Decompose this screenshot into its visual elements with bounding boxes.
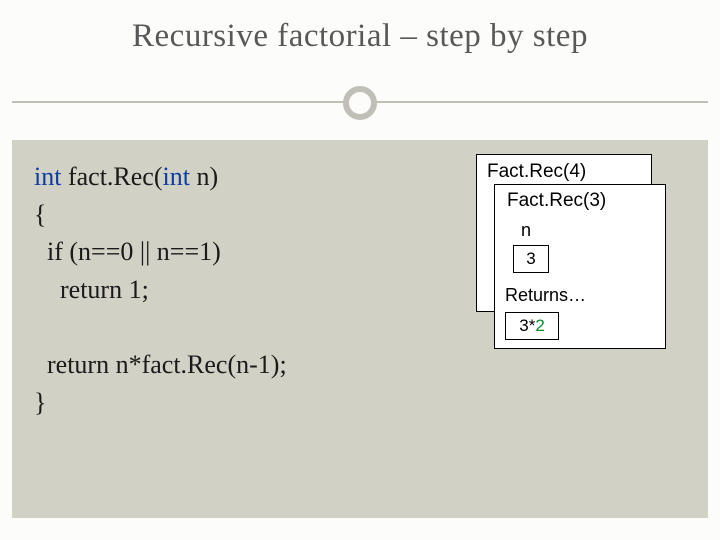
slide-title: Recursive factorial – step by step — [0, 18, 720, 55]
stack-frame-front: Fact.Rec(3) n 3 Returns… 3*2 — [494, 184, 666, 349]
variable-value-box: 3 — [513, 245, 549, 273]
code-block: int fact.Rec(int n) { if (n==0 || n==1) … — [34, 158, 287, 422]
code-line-return-rec: return n*fact.Rec(n-1); — [34, 346, 287, 384]
stack-frame-back-header: Fact.Rec(4) — [477, 155, 651, 187]
divider — [12, 82, 708, 122]
expr-rhs: 2 — [535, 316, 544, 336]
code-line-if: if (n==0 || n==1) — [34, 233, 287, 271]
slide: Recursive factorial – step by step int f… — [0, 0, 720, 540]
code-line-blank — [34, 309, 287, 347]
keyword-int: int — [163, 162, 190, 191]
keyword-int: int — [34, 162, 61, 191]
returns-label: Returns… — [495, 279, 665, 310]
code-line-brace-close: } — [34, 384, 287, 422]
variable-label-n: n — [495, 218, 665, 243]
expr-star: * — [529, 316, 536, 336]
stack-frame-front-header: Fact.Rec(3) — [495, 185, 665, 218]
code-line-return-1: return 1; — [34, 271, 287, 309]
code-text: n) — [190, 162, 218, 191]
code-line-brace-open: { — [34, 196, 287, 234]
divider-circle-icon — [343, 86, 377, 120]
return-expression-box: 3*2 — [505, 312, 559, 340]
variable-value: 3 — [526, 249, 535, 269]
expr-lhs: 3 — [519, 316, 528, 336]
code-text: fact.Rec( — [61, 162, 162, 191]
code-line-signature: int fact.Rec(int n) — [34, 158, 287, 196]
